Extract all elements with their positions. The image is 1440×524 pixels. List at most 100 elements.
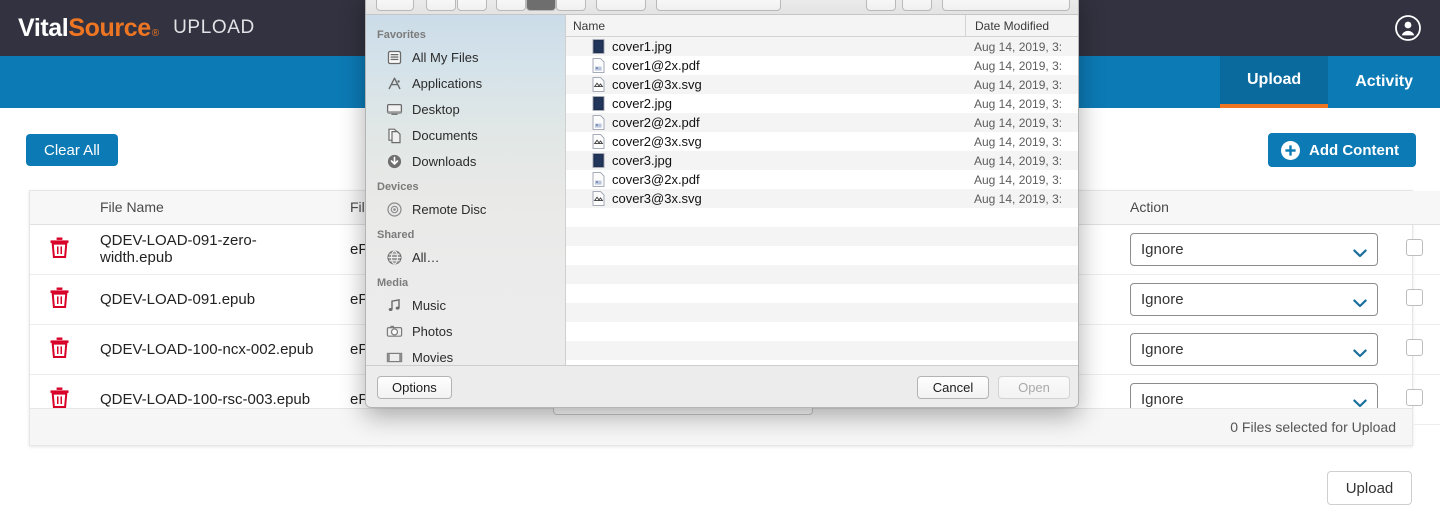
sidebar-item-label: Music: [412, 297, 446, 313]
trash-icon[interactable]: [50, 337, 69, 362]
sidebar-item-all-my-files[interactable]: All My Files: [366, 44, 565, 70]
row-select-checkbox[interactable]: [1405, 338, 1423, 356]
file-name-label: cover2.jpg: [612, 96, 672, 111]
svg-file-icon: [592, 191, 605, 206]
film-icon: [386, 349, 403, 366]
file-name-label: cover1.jpg: [612, 39, 672, 54]
cell-action: Ignore: [1118, 324, 1383, 375]
open-button[interactable]: Open: [998, 376, 1070, 399]
sidebar-item-label: Documents: [412, 127, 478, 143]
action-dropdown[interactable]: Ignore: [1130, 282, 1378, 316]
sidebar-item-label: Downloads: [412, 153, 477, 169]
col-header-delete: [30, 191, 88, 225]
action-dropdown[interactable]: Ignore: [1130, 332, 1378, 366]
cell-delete: [30, 224, 88, 275]
sidebar-item-label: All My Files: [412, 49, 479, 65]
add-content-label: Add Content: [1309, 141, 1399, 159]
action-dropdown[interactable]: Ignore: [1130, 232, 1378, 266]
file-name-label: cover2@2x.pdf: [612, 115, 700, 130]
dialog-toolbar: [366, 0, 1078, 15]
sidebar-item-music[interactable]: Music: [366, 292, 565, 318]
tab-activity[interactable]: Activity: [1328, 56, 1440, 108]
list-item[interactable]: cover1@3x.svg Aug 14, 2019, 3:: [566, 75, 1078, 94]
camera-icon: [386, 323, 403, 340]
view-column-button[interactable]: [496, 0, 526, 11]
view-coverflow-button[interactable]: [556, 0, 586, 11]
sidebar-item-label: Applications: [412, 75, 483, 91]
clear-all-button[interactable]: Clear All: [26, 134, 118, 166]
view-icon-button[interactable]: [426, 0, 456, 11]
file-date-label: Aug 14, 2019, 3:: [974, 115, 1063, 130]
sidebar-item-remote-disc[interactable]: Remote Disc: [366, 196, 565, 222]
list-item[interactable]: cover2@2x.pdf Aug 14, 2019, 3:: [566, 113, 1078, 132]
sidebar-item-all-shared[interactable]: All…: [366, 244, 565, 270]
arrange-by-button[interactable]: [596, 0, 646, 11]
list-item-empty: [566, 227, 1078, 246]
cell-file-name: QDEV-LOAD-091.epub: [88, 274, 338, 325]
list-item[interactable]: cover2.jpg Aug 14, 2019, 3:: [566, 94, 1078, 113]
action-dropdown-value: Ignore: [1141, 290, 1184, 308]
remote-disc-icon: [386, 201, 403, 218]
sidebar-item-applications[interactable]: Applications: [366, 70, 565, 96]
row-select-checkbox[interactable]: [1405, 238, 1423, 256]
search-input[interactable]: [942, 0, 1070, 11]
list-item-empty: [566, 303, 1078, 322]
action-menu-button[interactable]: [866, 0, 896, 11]
cell-file-name: QDEV-LOAD-100-ncx-002.epub: [88, 324, 338, 375]
new-folder-button[interactable]: [902, 0, 932, 11]
row-select-checkbox[interactable]: [1405, 288, 1423, 306]
pdf-file-icon: [592, 115, 605, 130]
dialog-sidebar: Favorites All My Files Applications Desk…: [366, 15, 566, 367]
list-item[interactable]: cover3@2x.pdf Aug 14, 2019, 3:: [566, 170, 1078, 189]
col-header-name[interactable]: Name: [566, 19, 605, 33]
list-item[interactable]: cover3.jpg Aug 14, 2019, 3:: [566, 151, 1078, 170]
sidebar-item-documents[interactable]: Documents: [366, 122, 565, 148]
file-date-label: Aug 14, 2019, 3:: [974, 134, 1063, 149]
cell-delete: [30, 324, 88, 375]
trash-icon[interactable]: [50, 237, 69, 262]
tab-upload[interactable]: Upload: [1219, 56, 1329, 108]
documents-icon: [386, 127, 403, 144]
add-content-button[interactable]: Add Content: [1268, 133, 1416, 167]
list-item[interactable]: cover1@2x.pdf Aug 14, 2019, 3:: [566, 56, 1078, 75]
list-item-empty: [566, 265, 1078, 284]
pdf-file-icon: [592, 172, 605, 187]
upload-button[interactable]: Upload: [1327, 471, 1412, 505]
vitalsource-logo: Vital Source ®: [18, 14, 159, 43]
logo-vital-text: Vital: [18, 13, 69, 42]
sidebar-item-desktop[interactable]: Desktop: [366, 96, 565, 122]
list-item[interactable]: cover2@3x.svg Aug 14, 2019, 3:: [566, 132, 1078, 151]
options-button[interactable]: Options: [377, 376, 452, 399]
app-title: UPLOAD: [173, 17, 255, 38]
list-item[interactable]: cover1.jpg Aug 14, 2019, 3:: [566, 37, 1078, 56]
chevron-down-icon: [1353, 295, 1367, 307]
cell-action: Ignore: [1118, 274, 1383, 325]
nav-tab-list: Upload Activity: [1219, 56, 1440, 108]
list-item[interactable]: cover3@3x.svg Aug 14, 2019, 3:: [566, 189, 1078, 208]
applications-icon: [386, 75, 403, 92]
row-select-checkbox[interactable]: [1405, 388, 1423, 406]
trash-icon[interactable]: [50, 287, 69, 312]
col-header-select: [1383, 191, 1440, 225]
view-column-button-active[interactable]: [526, 0, 556, 11]
jpg-file-icon: [592, 153, 605, 168]
files-selected-status: 0 Files selected for Upload: [1230, 419, 1396, 435]
action-dropdown-value: Ignore: [1141, 340, 1184, 358]
sidebar-item-label: Movies: [412, 349, 454, 365]
logo-source-text: Source: [68, 13, 151, 42]
col-header-date-modified[interactable]: Date Modified: [965, 15, 1049, 37]
list-item-empty: [566, 246, 1078, 265]
file-name-label: cover2@3x.svg: [612, 134, 702, 149]
cancel-button[interactable]: Cancel: [917, 376, 989, 399]
file-list-header: Name Date Modified: [566, 15, 1078, 37]
nav-back-forward-button[interactable]: [376, 0, 414, 11]
sidebar-item-downloads[interactable]: Downloads: [366, 148, 565, 174]
cell-file-name: QDEV-LOAD-091-zero-width.epub: [88, 224, 338, 275]
view-list-button[interactable]: [457, 0, 487, 11]
account-circle-icon[interactable]: [1394, 14, 1422, 42]
tab-activity-label: Activity: [1355, 73, 1413, 90]
path-location-button[interactable]: [656, 0, 781, 11]
sidebar-item-movies[interactable]: Movies: [366, 344, 565, 367]
list-item-empty: [566, 322, 1078, 341]
sidebar-item-photos[interactable]: Photos: [366, 318, 565, 344]
